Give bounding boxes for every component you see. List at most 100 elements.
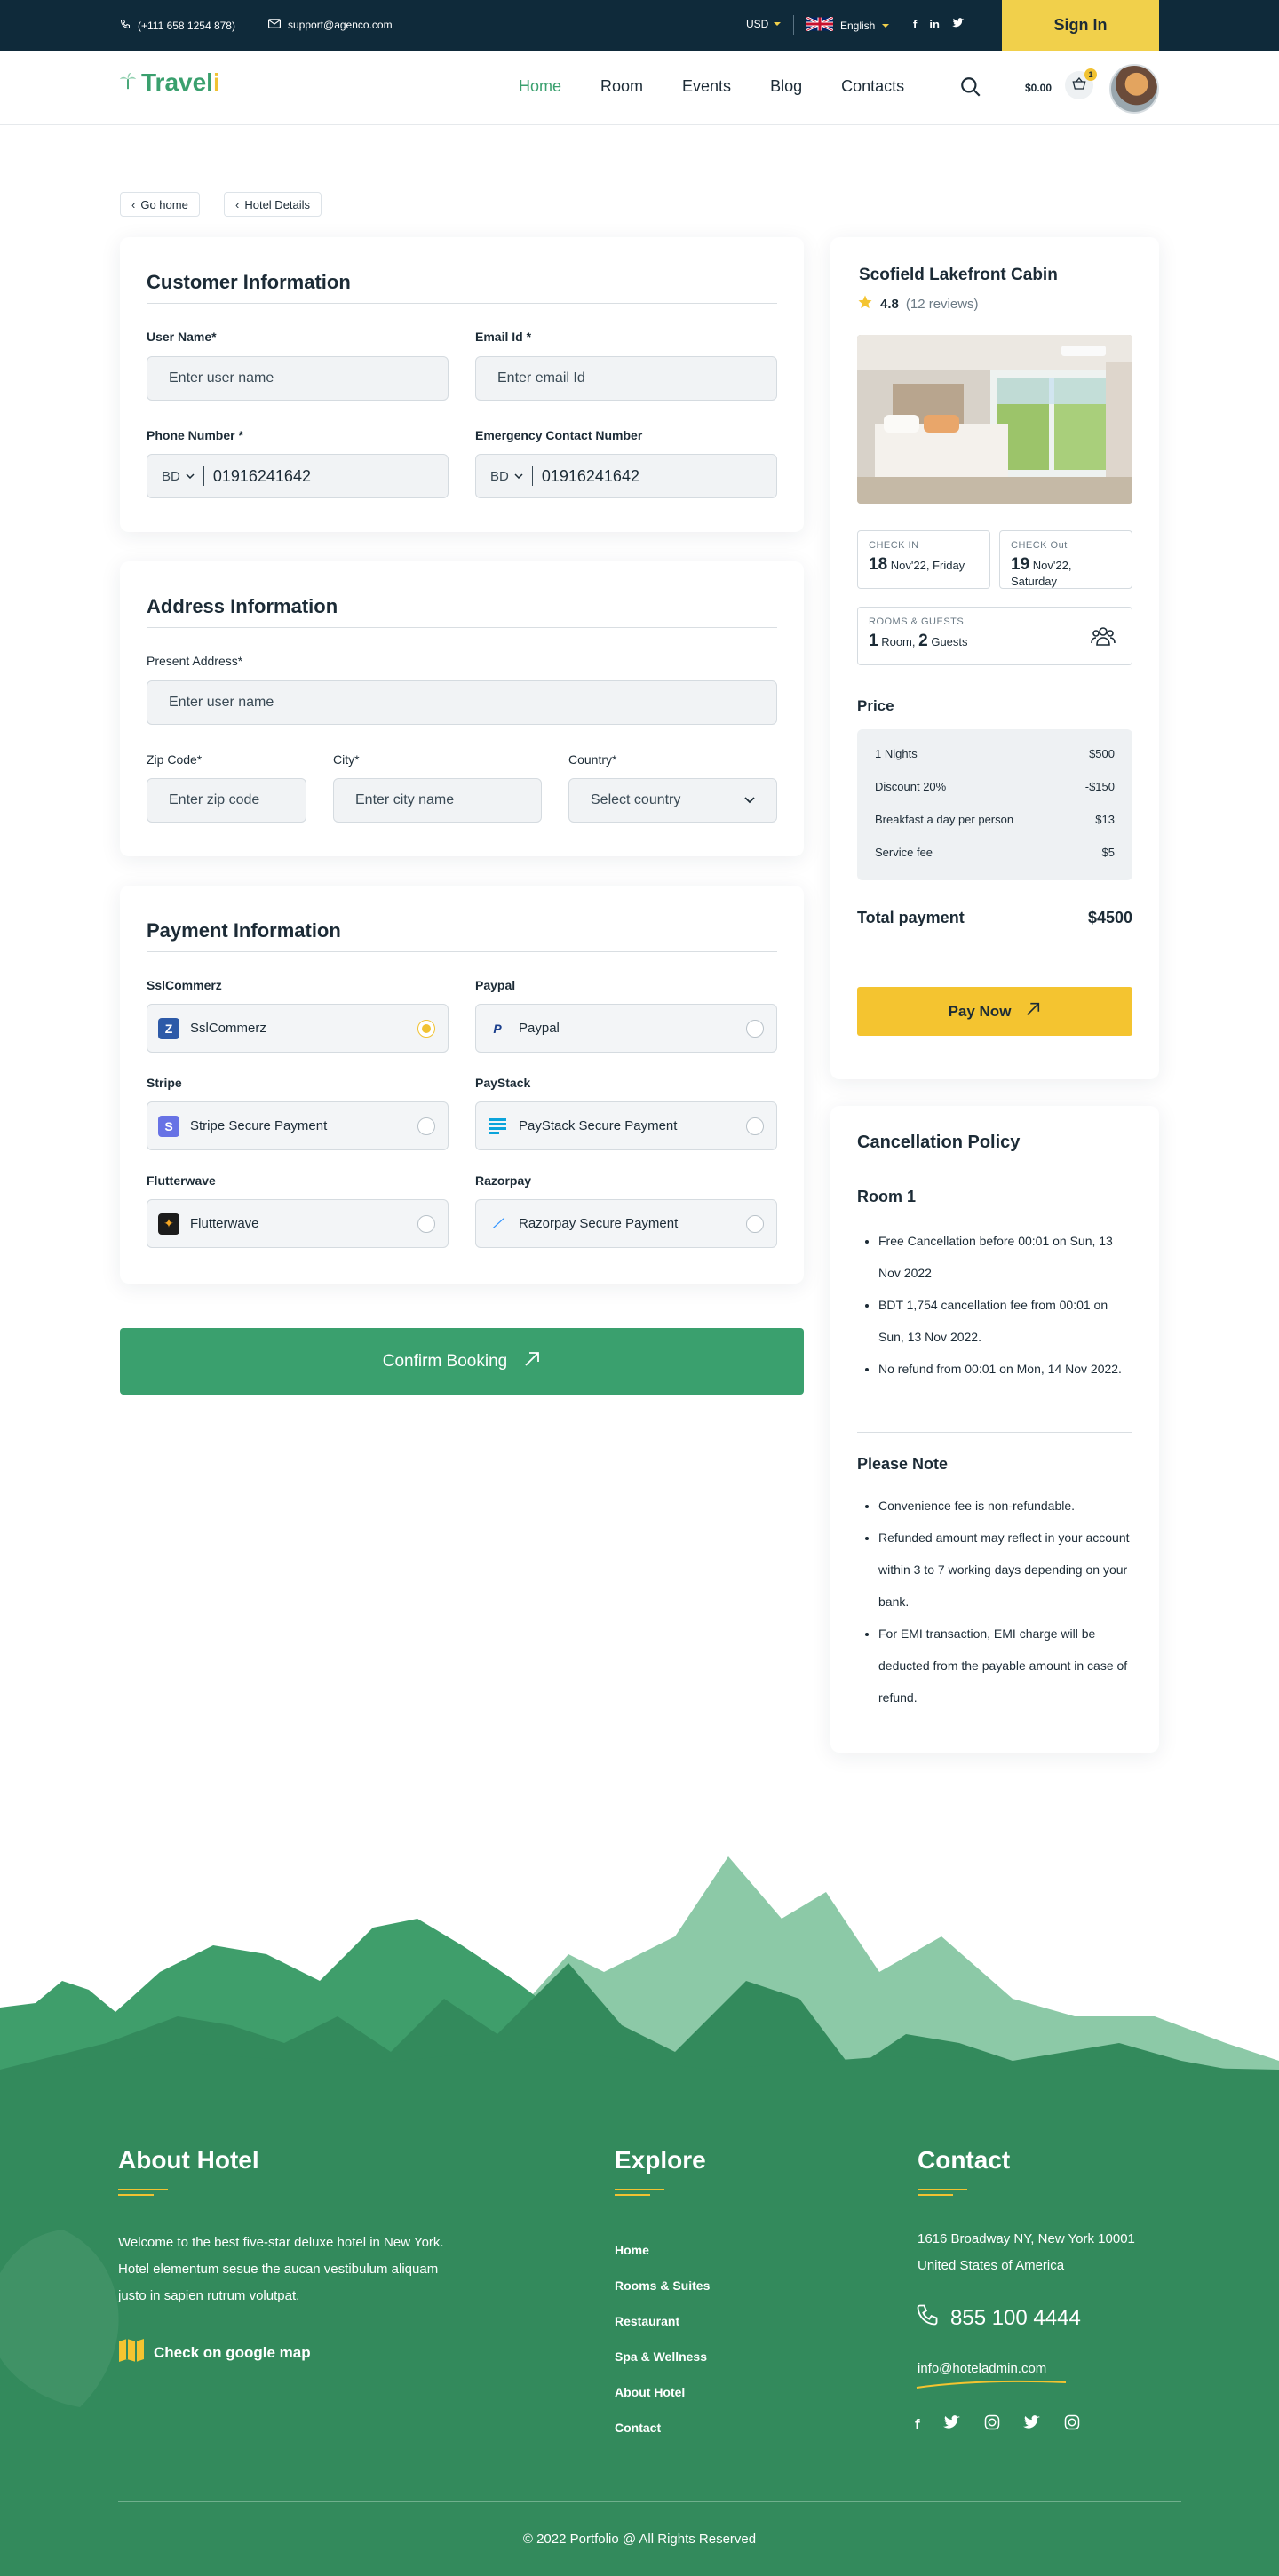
radio[interactable] xyxy=(417,1117,435,1135)
language-label: English xyxy=(840,19,876,32)
paypal-icon: P xyxy=(493,1021,502,1036)
emergency-country-select[interactable]: BD xyxy=(490,466,533,486)
search-icon[interactable] xyxy=(959,76,982,103)
chevron-down-icon xyxy=(882,23,890,28)
payment-name: Razorpay Secure Payment xyxy=(519,1216,679,1231)
check-in-box[interactable]: CHECK IN 18 Nov'22, Friday xyxy=(857,530,990,589)
nav-item-contacts[interactable]: Contacts xyxy=(841,77,904,96)
pay-now-label: Pay Now xyxy=(948,1002,1012,1020)
twitter-icon[interactable] xyxy=(951,18,965,31)
map-icon xyxy=(118,2338,145,2367)
address-info-card: Address Information Present Address* Ent… xyxy=(120,561,804,856)
hotel-name: Scofield Lakefront Cabin xyxy=(859,266,1058,284)
payment-label: Stripe xyxy=(147,1076,182,1090)
check-in-label: CHECK IN xyxy=(869,540,919,551)
zip-input[interactable]: Enter zip code xyxy=(147,778,306,823)
topbar-email[interactable]: support@agenco.com xyxy=(268,19,393,31)
section-title: Address Information xyxy=(147,595,338,617)
twitter-icon[interactable] xyxy=(1022,2414,1041,2435)
radio[interactable] xyxy=(746,1020,764,1038)
logo[interactable]: Travel i xyxy=(118,68,220,97)
topbar-phone[interactable]: (+111 658 1254 878) xyxy=(120,19,235,32)
phone-country-select[interactable]: BD xyxy=(162,466,204,486)
facebook-icon[interactable]: f xyxy=(913,18,917,31)
confirm-booking-button[interactable]: Confirm Booking xyxy=(120,1328,804,1395)
list-item: BDT 1,754 cancellation fee from 00:01 on… xyxy=(878,1289,1136,1353)
footer-link-about[interactable]: About Hotel xyxy=(615,2385,685,2399)
footer-link-contact[interactable]: Contact xyxy=(615,2421,661,2435)
user-name-label: User Name* xyxy=(147,330,217,344)
payment-name: Stripe Secure Payment xyxy=(190,1118,328,1133)
chevron-down-icon xyxy=(744,797,755,804)
razorpay-icon: ⟋ xyxy=(493,1216,502,1230)
facebook-icon[interactable]: f xyxy=(915,2416,920,2434)
rating-value: 4.8 xyxy=(880,296,899,312)
country-select[interactable]: Select country xyxy=(568,778,777,823)
price-row: 1 Nights $500 xyxy=(875,747,1115,760)
zip-label: Zip Code* xyxy=(147,752,203,767)
user-name-input[interactable]: Enter user name xyxy=(147,356,449,401)
google-map-link[interactable]: Check on google map xyxy=(118,2338,311,2367)
instagram-icon[interactable] xyxy=(984,2414,1000,2435)
nav-item-blog[interactable]: Blog xyxy=(770,77,802,96)
signin-button[interactable]: Sign In xyxy=(1002,0,1159,51)
phone-input[interactable]: BD 01916241642 xyxy=(147,454,449,498)
check-out-label: CHECK Out xyxy=(1011,540,1068,551)
payment-option-razorpay[interactable]: ⟋ Razorpay Secure Payment xyxy=(475,1199,777,1248)
email-label: Email Id * xyxy=(475,330,532,344)
breadcrumb-home[interactable]: ‹ Go home xyxy=(120,192,200,217)
list-item: Refunded amount may reflect in your acco… xyxy=(878,1522,1136,1618)
radio[interactable] xyxy=(746,1117,764,1135)
payment-option-flutterwave[interactable]: ✦ Flutterwave xyxy=(147,1199,449,1248)
phone-icon xyxy=(915,2302,940,2334)
instagram-icon[interactable] xyxy=(1064,2414,1080,2435)
room-policy-list: Free Cancellation before 00:01 on Sun, 1… xyxy=(878,1225,1136,1385)
present-address-input[interactable]: Enter user name xyxy=(147,680,777,725)
chevron-down-icon xyxy=(186,473,195,479)
phone-value: 01916241642 xyxy=(212,466,311,485)
note-title: Please Note xyxy=(857,1455,949,1473)
stripe-icon: S xyxy=(158,1115,179,1137)
payment-label: Paypal xyxy=(475,978,516,992)
nav-item-home[interactable]: Home xyxy=(519,77,561,96)
linkedin-icon[interactable]: in xyxy=(929,18,940,31)
currency-select[interactable]: USD xyxy=(746,18,782,30)
present-address-label: Present Address* xyxy=(147,654,243,668)
payment-name: Flutterwave xyxy=(190,1216,259,1231)
city-input[interactable]: Enter city name xyxy=(333,778,542,823)
footer-email[interactable]: info@hoteladmin.com xyxy=(918,2361,1046,2376)
footer-link-home[interactable]: Home xyxy=(615,2243,649,2257)
cart-button[interactable]: 1 xyxy=(1065,68,1097,99)
chevron-down-icon xyxy=(514,473,523,479)
payment-option-paypal[interactable]: P Paypal xyxy=(475,1004,777,1053)
email-input[interactable]: Enter email Id xyxy=(475,356,777,401)
footer-phone[interactable]: 855 100 4444 xyxy=(915,2302,1081,2334)
payment-option-sslcommerz[interactable]: Z SslCommerz xyxy=(147,1004,449,1053)
emergency-phone-input[interactable]: BD 01916241642 xyxy=(475,454,777,498)
payment-option-stripe[interactable]: S Stripe Secure Payment xyxy=(147,1101,449,1150)
pay-now-button[interactable]: Pay Now xyxy=(857,987,1132,1036)
total-label: Total payment xyxy=(857,909,965,926)
payment-option-paystack[interactable]: PayStack Secure Payment xyxy=(475,1101,777,1150)
city-label: City* xyxy=(333,752,360,767)
radio[interactable] xyxy=(746,1215,764,1233)
radio-selected[interactable] xyxy=(417,1020,435,1038)
booking-summary-card: Scofield Lakefront Cabin 4.8 (12 reviews… xyxy=(830,237,1159,1079)
nav-item-events[interactable]: Events xyxy=(682,77,731,96)
footer-link-spa[interactable]: Spa & Wellness xyxy=(615,2349,707,2364)
phone-icon xyxy=(120,19,131,32)
divider xyxy=(147,951,777,952)
footer-link-restaurant[interactable]: Restaurant xyxy=(615,2314,679,2328)
twitter-icon[interactable] xyxy=(942,2414,961,2435)
logo-text-accent: i xyxy=(212,68,220,96)
footer-link-rooms[interactable]: Rooms & Suites xyxy=(615,2278,710,2293)
breadcrumb-current[interactable]: ‹ Hotel Details xyxy=(224,192,322,217)
avatar[interactable] xyxy=(1109,64,1159,114)
language-select[interactable]: English xyxy=(806,16,890,34)
rooms-guests-box[interactable]: ROOMS & GUESTS 1 Room, 2 Guests xyxy=(857,607,1132,665)
nav-item-room[interactable]: Room xyxy=(600,77,643,96)
footer-about-title: About Hotel xyxy=(118,2146,259,2174)
radio[interactable] xyxy=(417,1215,435,1233)
check-out-box[interactable]: CHECK Out 19 Nov'22, Saturday xyxy=(999,530,1132,589)
price-row: Service fee $5 xyxy=(875,846,1115,859)
